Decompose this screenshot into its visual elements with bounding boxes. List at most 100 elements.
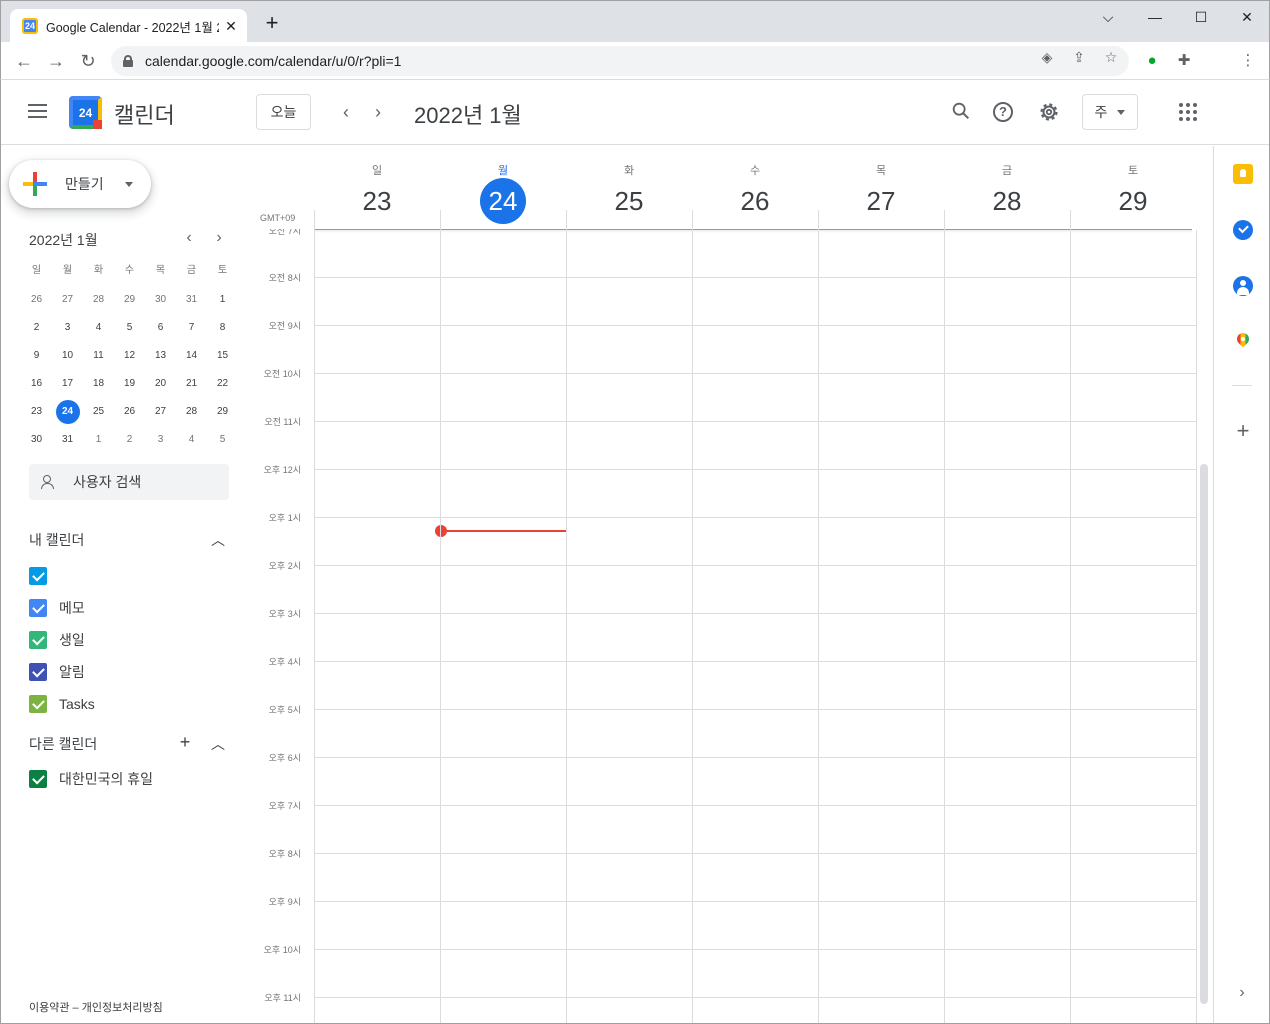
expand-panel-chevron-icon[interactable]: › [1232, 984, 1252, 1002]
minimize-button[interactable]: — [1141, 7, 1169, 27]
mini-day[interactable]: 24 [52, 398, 83, 426]
calendar-logo-icon[interactable]: 24 [69, 96, 102, 129]
mini-day[interactable]: 8 [207, 314, 238, 342]
day-column-header[interactable]: 목 27 [818, 146, 944, 230]
forward-arrow-icon[interactable]: → [43, 48, 69, 74]
date-label[interactable]: 29 [1110, 178, 1156, 224]
share-icon[interactable]: ⇪ [1071, 49, 1087, 65]
mini-day[interactable]: 28 [83, 286, 114, 314]
mini-day[interactable]: 3 [145, 426, 176, 454]
other-calendars-collapse-chevron-icon[interactable]: ︿ [208, 734, 228, 754]
lock-icon[interactable] [123, 55, 133, 67]
browser-menu-icon[interactable]: ⋮ [1239, 52, 1257, 70]
mini-day[interactable]: 11 [83, 342, 114, 370]
checkbox-checked-icon[interactable] [29, 695, 47, 713]
mini-day[interactable]: 26 [21, 286, 52, 314]
mini-day[interactable]: 29 [114, 286, 145, 314]
tasks-icon[interactable] [1233, 220, 1253, 240]
calendar-list-item[interactable]: 알림 [29, 661, 85, 683]
create-button[interactable]: 만들기 [9, 160, 151, 208]
my-calendars-title[interactable]: 내 캘린더 [29, 530, 84, 550]
view-select[interactable]: 주 [1082, 94, 1138, 130]
checkbox-checked-icon[interactable] [29, 770, 47, 788]
mini-day[interactable]: 28 [176, 398, 207, 426]
browser-tab[interactable]: 24 Google Calendar - 2022년 1월 2 ✕ [10, 9, 247, 43]
day-column-header[interactable]: 토 29 [1070, 146, 1196, 230]
date-label[interactable]: 25 [606, 178, 652, 224]
apps-icon[interactable] [1179, 103, 1197, 121]
my-calendars-collapse-chevron-icon[interactable]: ︿ [208, 530, 228, 550]
mini-day[interactable]: 6 [145, 314, 176, 342]
mini-day[interactable]: 27 [145, 398, 176, 426]
evernote-extension-icon[interactable]: ● [1143, 52, 1161, 70]
get-addons-plus-icon[interactable]: + [1232, 418, 1254, 444]
mini-day[interactable]: 1 [207, 286, 238, 314]
mini-day-selected[interactable]: 24 [55, 400, 80, 424]
mini-next-month-icon[interactable]: › [209, 228, 229, 248]
mini-day[interactable]: 3 [52, 314, 83, 342]
mini-day[interactable]: 31 [176, 286, 207, 314]
mini-day[interactable]: 4 [176, 426, 207, 454]
mini-day[interactable]: 5 [207, 426, 238, 454]
search-icon[interactable] [949, 100, 973, 124]
mini-day[interactable]: 25 [83, 398, 114, 426]
checkbox-checked-icon[interactable] [29, 599, 47, 617]
mini-day[interactable]: 7 [176, 314, 207, 342]
day-column-header[interactable]: 일 23 [314, 146, 440, 230]
previous-week-chevron-icon[interactable]: ‹ [334, 100, 358, 124]
calendar-list-item[interactable]: 생일 [29, 629, 85, 651]
people-search-input[interactable]: 사용자 검색 [29, 464, 229, 500]
mini-day[interactable]: 31 [52, 426, 83, 454]
mini-day[interactable]: 19 [114, 370, 145, 398]
mini-day[interactable]: 20 [145, 370, 176, 398]
mini-day[interactable]: 5 [114, 314, 145, 342]
mini-day[interactable]: 12 [114, 342, 145, 370]
checkbox-checked-icon[interactable] [29, 663, 47, 681]
privacy-link[interactable]: 개인정보처리방침 [82, 1002, 163, 1014]
help-icon[interactable]: ? [991, 100, 1015, 124]
mini-day[interactable]: 26 [114, 398, 145, 426]
mini-day[interactable]: 30 [21, 426, 52, 454]
bookmark-star-icon[interactable]: ☆ [1103, 49, 1119, 65]
add-other-calendar-plus-icon[interactable]: + [175, 732, 195, 753]
calendar-list-item[interactable]: 메모 [29, 597, 85, 619]
menu-icon[interactable] [28, 104, 47, 118]
mini-day[interactable]: 21 [176, 370, 207, 398]
settings-icon[interactable] [1037, 100, 1061, 124]
mini-day[interactable]: 9 [21, 342, 52, 370]
mini-day[interactable]: 18 [83, 370, 114, 398]
date-label[interactable]: 28 [984, 178, 1030, 224]
mini-day[interactable]: 16 [21, 370, 52, 398]
day-column-header[interactable]: 월 24 [440, 146, 566, 230]
contacts-icon[interactable] [1233, 276, 1253, 296]
calendar-list-item[interactable]: 대한민국의 휴일 [29, 768, 153, 790]
date-label[interactable]: 23 [354, 178, 400, 224]
mini-prev-month-icon[interactable]: ‹ [179, 228, 199, 248]
mini-day[interactable]: 4 [83, 314, 114, 342]
date-label[interactable]: 26 [732, 178, 778, 224]
terms-link[interactable]: 이용약관 [29, 1002, 69, 1014]
mini-day[interactable]: 14 [176, 342, 207, 370]
mini-day[interactable]: 13 [145, 342, 176, 370]
checkbox-checked-icon[interactable] [29, 567, 47, 585]
mini-day[interactable]: 2 [114, 426, 145, 454]
mini-day[interactable]: 1 [83, 426, 114, 454]
mini-day[interactable]: 22 [207, 370, 238, 398]
mini-day[interactable]: 2 [21, 314, 52, 342]
mini-day[interactable]: 23 [21, 398, 52, 426]
day-column-header[interactable]: 수 26 [692, 146, 818, 230]
grid-scrollbar[interactable] [1200, 464, 1208, 1004]
tab-search-chevron-icon[interactable]: ⌵ [1094, 7, 1122, 27]
day-column-header[interactable]: 화 25 [566, 146, 692, 230]
mini-day[interactable]: 29 [207, 398, 238, 426]
mini-day[interactable]: 30 [145, 286, 176, 314]
close-window-button[interactable]: ✕ [1233, 7, 1261, 27]
new-tab-button[interactable]: + [261, 12, 283, 35]
mini-day[interactable]: 27 [52, 286, 83, 314]
calendar-list-item[interactable]: Tasks [29, 693, 95, 715]
date-label[interactable]: 27 [858, 178, 904, 224]
close-tab-icon[interactable]: ✕ [223, 18, 239, 35]
reload-icon[interactable]: ↻ [75, 48, 101, 74]
keep-icon[interactable] [1233, 164, 1253, 184]
maximize-button[interactable]: ☐ [1187, 7, 1215, 27]
